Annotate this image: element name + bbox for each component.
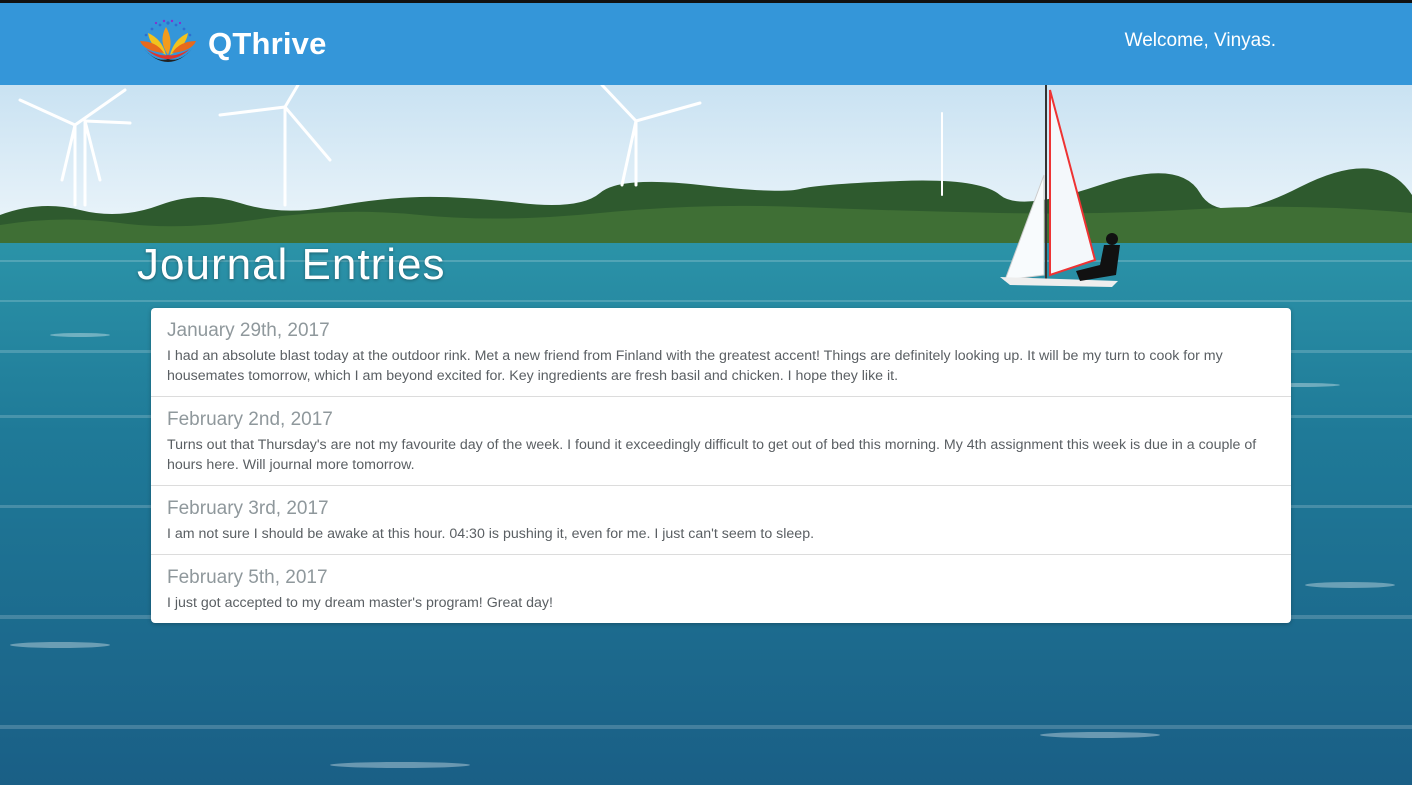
entry-date: January 29th, 2017: [167, 320, 330, 341]
brand-link[interactable]: QThrive: [136, 19, 327, 69]
welcome-message: Welcome, Vinyas.: [1124, 30, 1276, 51]
journal-entry[interactable]: February 5th, 2017 I just got accepted t…: [151, 555, 1291, 623]
entry-text: I am not sure I should be awake at this …: [167, 526, 815, 542]
page: QThrive Welcome, Vinyas. Journal Entries…: [0, 0, 1412, 785]
lotus-logo-icon: [136, 19, 200, 69]
journal-entry[interactable]: February 2nd, 2017 Turns out that Thursd…: [151, 397, 1291, 486]
entry-text: I just got accepted to my dream master's…: [167, 595, 553, 611]
entry-text: Turns out that Thursday's are not my fav…: [167, 437, 1257, 473]
entry-date: February 5th, 2017: [167, 567, 328, 588]
entry-date: February 3rd, 2017: [167, 498, 329, 519]
journal-entries-list: January 29th, 2017 I had an absolute bla…: [151, 308, 1291, 623]
journal-entry[interactable]: January 29th, 2017 I had an absolute bla…: [151, 308, 1291, 397]
entry-text: I had an absolute blast today at the out…: [167, 348, 1223, 384]
navbar: QThrive Welcome, Vinyas.: [0, 3, 1412, 85]
brand-name: QThrive: [208, 26, 327, 61]
page-title: Journal Entries: [137, 240, 446, 289]
entry-date: February 2nd, 2017: [167, 409, 333, 430]
journal-entry[interactable]: February 3rd, 2017 I am not sure I shoul…: [151, 486, 1291, 555]
